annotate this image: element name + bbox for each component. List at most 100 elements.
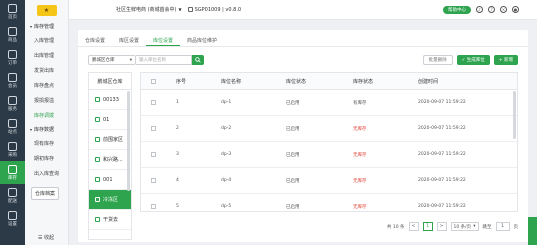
menu-item-loss-report[interactable]: 报损报溢 <box>25 93 68 108</box>
table-row[interactable]: 4 dp-4 已启用 无库存 2020-09-07 11:59:22 <box>141 168 517 194</box>
menu-item-opening-stock[interactable]: 期初库存 <box>25 151 68 166</box>
rail-item-service[interactable]: 服务 <box>0 92 25 115</box>
zone-item[interactable]: 00133 <box>89 90 131 110</box>
zone-item[interactable]: 前围家区 <box>89 130 131 150</box>
zone-list-scrollbar[interactable] <box>127 91 130 191</box>
goto-page-input[interactable]: 1 <box>495 222 510 231</box>
menu-section-stock-data[interactable]: ▾ 库存数据 <box>25 123 68 136</box>
zone-item[interactable]: 01 <box>89 110 131 130</box>
menu-item-transfer[interactable]: 库存调拨 <box>25 108 68 123</box>
row-time: 2020-09-07 11:59:22 <box>418 152 466 157</box>
rail-item-home[interactable]: 首页 <box>0 0 25 23</box>
menu-item-stocktake[interactable]: 库存盘点 <box>25 78 68 93</box>
rail-item-site[interactable]: 站点 <box>0 115 25 138</box>
search-icon <box>195 57 201 63</box>
add-button[interactable]: + 新增 <box>493 55 518 65</box>
settings-icon <box>8 210 17 220</box>
next-page-button[interactable]: > <box>436 222 447 231</box>
table-scrollbar[interactable] <box>513 91 516 139</box>
top-header: 社区生鲜电商 (商城首会中) ▼ SGP01009 | v0.8.0 帮助中心 … <box>69 0 537 20</box>
page-button-current[interactable]: 1 <box>422 222 433 231</box>
tab-goods-location[interactable]: 商品库位维护 <box>180 34 224 46</box>
service-icon <box>8 95 17 105</box>
location-search-input[interactable]: 输入库位名称 <box>136 55 192 65</box>
collapse-menu-button[interactable]: ☰ 收起 <box>38 234 54 241</box>
page-size-select[interactable]: 10 条/页 ▾ <box>450 222 479 231</box>
settings-tabs: 仓库设置 库区设置 库位设置 商品库位维护 <box>78 34 224 46</box>
row-name: dp-4 <box>221 178 232 183</box>
zone-icon <box>95 177 100 182</box>
zone-item-active[interactable]: 冷冻区 <box>89 190 131 210</box>
select-all-checkbox[interactable] <box>151 78 156 84</box>
user-icon[interactable]: ● <box>512 6 519 13</box>
menu-item-outbound[interactable]: 出库管理 <box>25 48 68 63</box>
store-name[interactable]: 社区生鲜电商 (商城首会中) <box>116 6 177 13</box>
prev-page-button[interactable]: < <box>408 222 419 231</box>
warehouse-archive-button[interactable]: 仓库档案 <box>31 187 60 200</box>
zone-icon <box>95 217 100 222</box>
menu-item-io-query[interactable]: 出入库查询 <box>25 166 68 181</box>
zone-item[interactable]: 001 <box>89 170 131 190</box>
table-row[interactable]: 5 dp-5 已启用 无库存 2020-09-07 11:59:22 <box>141 194 517 211</box>
row-status: 已启用 <box>286 152 300 158</box>
row-checkbox[interactable] <box>151 152 156 157</box>
menu-item-ship-out[interactable]: 发货出库 <box>25 63 68 78</box>
row-status: 已启用 <box>286 100 300 106</box>
tab-warehouse[interactable]: 仓库设置 <box>78 34 112 46</box>
zone-item[interactable]: 和兴路... <box>89 150 131 170</box>
table-row[interactable]: 2 dp-2 已启用 无库存 2020-09-07 11:59:22 <box>141 116 517 142</box>
goods-icon <box>8 26 17 36</box>
row-time: 2020-09-07 11:59:22 <box>418 204 466 209</box>
row-status: 已启用 <box>286 204 300 210</box>
row-checkbox[interactable] <box>151 100 156 105</box>
help-center-button[interactable]: 帮助中心 <box>443 5 471 14</box>
chevron-down-icon: ▾ <box>473 224 476 229</box>
row-time: 2020-09-07 11:59:22 <box>418 178 466 183</box>
rail-item-member[interactable]: 会员 <box>0 69 25 92</box>
menu-item-current-stock[interactable]: 现有库存 <box>25 136 68 151</box>
row-time: 2020-09-07 11:59:22 <box>418 126 466 131</box>
warehouse-select[interactable]: 鹏城区仓库 ▾ <box>88 55 136 65</box>
row-checkbox[interactable] <box>151 204 156 209</box>
toolbar-actions: 批量删除 ✓ 生成库位 + 新增 <box>422 55 518 65</box>
row-status: 已启用 <box>286 126 300 132</box>
rail-item-purchase[interactable]: 采购 <box>0 138 25 161</box>
row-stock: 无库存 <box>353 178 367 184</box>
menu-section-stock-manage[interactable]: ▾ 库存管理 <box>25 20 68 33</box>
rail-item-settings[interactable]: 设置 <box>0 207 25 230</box>
chevron-down-icon[interactable]: ▼ <box>179 7 182 12</box>
column-header-no: 序号 <box>176 78 187 85</box>
rail-item-stock[interactable]: 库存 <box>0 161 25 184</box>
tab-zone[interactable]: 库区设置 <box>112 34 146 46</box>
row-no: 2 <box>176 126 179 131</box>
column-header-status: 库位状态 <box>286 78 307 85</box>
rail-item-order[interactable]: 订单 <box>0 46 25 69</box>
member-icon <box>8 72 17 82</box>
close-icon[interactable]: × <box>500 6 507 13</box>
search-button[interactable] <box>192 55 204 65</box>
menu-item-inbound[interactable]: 入库管理 <box>25 33 68 48</box>
row-stock: 无库存 <box>353 126 367 132</box>
table-row[interactable]: 1 dp-1 已启用 有库存 2020-09-07 11:59:22 <box>141 90 517 116</box>
zone-item[interactable]: 干货去 <box>89 210 131 230</box>
floating-side-tab[interactable] <box>528 217 537 245</box>
bell-icon[interactable]: ♪ <box>476 6 483 13</box>
secondary-menu: ★ ▾ 库存管理 入库管理 出库管理 发货出库 库存盘点 报损报溢 库存调拨 ▾ 库… <box>25 0 69 245</box>
zone-icon <box>95 197 100 202</box>
purchase-icon <box>8 141 17 151</box>
row-stock: 有库存 <box>353 100 367 106</box>
row-no: 5 <box>176 204 179 209</box>
row-checkbox[interactable] <box>151 126 156 131</box>
table-row[interactable]: 3 dp-3 已启用 无库存 2020-09-07 11:59:22 <box>141 142 517 168</box>
rail-item-delivery[interactable]: 配送 <box>0 184 25 207</box>
help-icon[interactable]: ? <box>488 6 495 13</box>
zone-list: 鹏城区仓库 00133 01 前围家区 和兴路... 001 冷冻区 干货去 <box>88 72 132 240</box>
row-checkbox[interactable] <box>151 178 156 183</box>
batch-delete-button[interactable]: 批量删除 <box>422 55 453 65</box>
filter-bar: 鹏城区仓库 ▾ 输入库位名称 <box>88 55 204 65</box>
generate-location-button[interactable]: ✓ 生成库位 <box>456 55 490 65</box>
main-nav-rail: 首页 商品 订单 会员 服务 站点 采购 库存 配送 设置 <box>0 0 25 245</box>
tab-location[interactable]: 库位设置 <box>146 34 181 46</box>
rail-item-goods[interactable]: 商品 <box>0 23 25 46</box>
row-name: dp-3 <box>221 152 232 157</box>
